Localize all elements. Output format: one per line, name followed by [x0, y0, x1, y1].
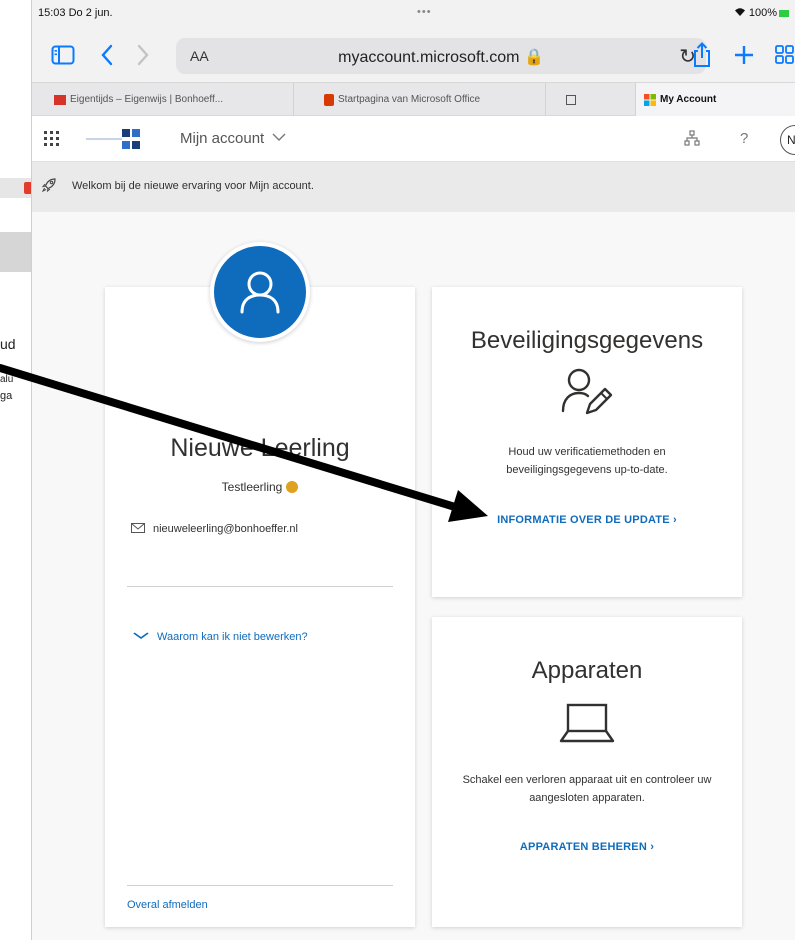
tab-office[interactable]: Startpagina van Microsoft Office [294, 83, 546, 116]
tab-label: My Account [660, 94, 717, 105]
app-launcher-icon[interactable] [44, 131, 60, 147]
tab-overview-icon[interactable] [770, 40, 795, 70]
sidebar-icon[interactable] [48, 40, 78, 70]
profile-name: Nieuwe Leerling [170, 434, 350, 462]
background-window-badge [24, 182, 31, 194]
main-content: Nieuwe Leerling Testleerling nieuweleerl… [32, 212, 795, 940]
new-tab-icon[interactable] [729, 40, 759, 70]
background-window-block [0, 232, 31, 272]
devices-card: Apparaten Schakel een verloren apparaat … [432, 617, 742, 927]
tab-label: Startpagina van Microsoft Office [338, 94, 481, 105]
battery-icon [779, 9, 789, 17]
divider [127, 586, 393, 587]
status-bar: 15:03 Do 2 jun. ••• 100% [32, 0, 795, 30]
profile-email-text: nieuweleerling@bonhoeffer.nl [153, 523, 298, 535]
devices-card-description: Schakel een verloren apparaat uit en con… [462, 774, 712, 804]
bonhoeffer-favicon-icon [54, 94, 66, 105]
app-header: Mijn account ? N [32, 116, 795, 162]
multitasking-dots[interactable]: ••• [417, 6, 432, 18]
mail-icon [131, 523, 145, 533]
profile-card: Nieuwe Leerling Testleerling nieuweleerl… [105, 287, 415, 927]
tab-bonhoeffer[interactable]: Eigentijds – Eigenwijs | Bonhoeff... [32, 83, 294, 116]
organization-logo[interactable] [86, 128, 146, 150]
screenshot: ud alu ga 15:03 Do 2 jun. ••• 100% AA my… [0, 0, 795, 940]
why-cant-edit-link[interactable]: Waarom kan ik niet bewerken? [133, 631, 308, 643]
back-icon[interactable] [92, 40, 122, 70]
update-info-link[interactable]: INFORMATIE OVER DE UPDATE › [432, 514, 742, 526]
page-favicon-icon [566, 94, 576, 105]
security-card-title: Beveiligingsgegevens [470, 327, 704, 354]
why-cant-edit-text: Waarom kan ik niet bewerken? [157, 631, 308, 643]
share-icon[interactable] [687, 40, 717, 70]
tab-unnamed[interactable] [546, 83, 636, 116]
wifi-icon [734, 7, 749, 19]
app-title: Mijn account [180, 130, 265, 147]
help-button[interactable]: ? [740, 130, 748, 147]
battery-percentage: 100% [748, 7, 777, 19]
forward-icon[interactable] [128, 40, 158, 70]
banner-text: Welkom bij de nieuwe ervaring voor Mijn … [72, 180, 314, 192]
battery-status: 100% [734, 7, 789, 19]
microsoft-logo-icon [644, 93, 656, 106]
org-chart-icon[interactable] [684, 130, 700, 150]
user-avatar[interactable]: N [780, 125, 795, 155]
address-bar[interactable]: AA myaccount.microsoft.com 🔒 ↻ [176, 38, 706, 74]
background-window-text: ud [0, 336, 16, 352]
url-text: myaccount.microsoft.com 🔒 [338, 49, 544, 66]
emoji-icon [286, 481, 299, 493]
devices-card-title: Apparaten [531, 657, 643, 684]
manage-devices-link[interactable]: APPARATEN BEHEREN › [432, 841, 742, 853]
laptop-icon [557, 699, 617, 752]
background-window-text: ga [0, 390, 13, 402]
profile-avatar-icon [210, 242, 310, 342]
tab-label: Eigentijds – Eigenwijs | Bonhoeff... [70, 94, 224, 105]
chevron-down-icon [268, 130, 286, 147]
rocket-icon [41, 178, 56, 195]
profile-role-text: Testleerling [221, 480, 283, 494]
tab-my-account[interactable]: My Account [636, 83, 795, 116]
divider [127, 885, 393, 886]
welcome-banner: Welkom bij de nieuwe ervaring voor Mijn … [32, 162, 795, 212]
security-info-card: Beveiligingsgegevens Houd uw verificatie… [432, 287, 742, 597]
app-title-menu[interactable]: Mijn account [180, 130, 286, 147]
security-card-description: Houd uw verificatiemethoden en beveiligi… [506, 446, 668, 476]
browser-toolbar: AA myaccount.microsoft.com 🔒 ↻ [32, 30, 795, 82]
background-window: ud alu ga [0, 0, 32, 940]
background-window-text: alu [0, 374, 14, 385]
user-edit-icon [557, 363, 617, 428]
status-time: 15:03 Do 2 jun. [38, 7, 113, 19]
sign-out-everywhere-link[interactable]: Overal afmelden [127, 899, 208, 911]
safari-window: 15:03 Do 2 jun. ••• 100% AA myaccount.mi… [32, 0, 795, 940]
profile-email: nieuweleerling@bonhoeffer.nl [131, 523, 298, 535]
office-favicon-icon [324, 93, 334, 106]
profile-role: Testleerling [105, 480, 415, 494]
chevron-down-icon [133, 631, 150, 643]
tab-bar: Eigentijds – Eigenwijs | Bonhoeff... Sta… [32, 82, 795, 116]
